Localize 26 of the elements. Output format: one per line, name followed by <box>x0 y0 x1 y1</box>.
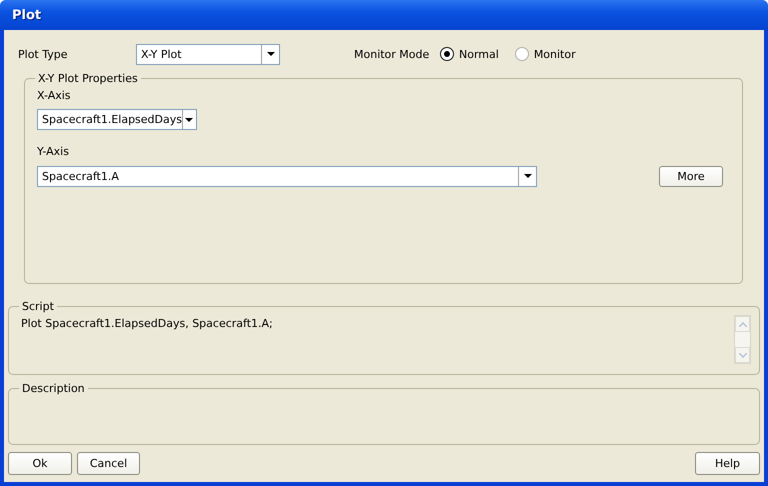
dialog-button[interactable]: Ok <box>8 452 72 475</box>
scrollbar[interactable] <box>734 315 751 364</box>
dropdown-arrow-icon <box>185 118 194 122</box>
plot-type-dropdown[interactable]: X-Y Plot <box>136 44 280 64</box>
radio-button[interactable] <box>514 47 529 61</box>
dialog-button[interactable]: Help <box>695 452 760 475</box>
field-label: Y-Axis <box>37 145 69 158</box>
group-title: Description <box>21 382 86 395</box>
field-label: Monitor Mode <box>354 48 430 60</box>
dropdown-arrow-icon <box>524 174 532 178</box>
scroll-down-icon[interactable] <box>738 352 746 358</box>
window-title: Plot <box>11 8 42 22</box>
more-button[interactable]: More <box>659 166 723 186</box>
scroll-up-icon[interactable] <box>738 322 746 326</box>
radio-label: Normal <box>459 48 499 60</box>
y-axis-dropdown[interactable]: Spacecraft1.A <box>37 166 537 186</box>
dialog-button[interactable]: Cancel <box>77 452 140 475</box>
group-title: X-Y Plot Properties <box>37 72 139 85</box>
radio-button[interactable] <box>440 47 454 61</box>
dropdown-arrow-icon <box>266 52 274 56</box>
x-axis-dropdown[interactable]: Spacecraft1.ElapsedDays <box>37 109 197 130</box>
field-label: X-Axis <box>37 89 71 102</box>
group-title: Script <box>21 300 55 313</box>
radio-label: Monitor <box>534 48 576 60</box>
script-text: Plot Spacecraft1.ElapsedDays, Spacecraft1.A; <box>21 317 273 330</box>
field-label: Plot Type <box>18 48 68 60</box>
